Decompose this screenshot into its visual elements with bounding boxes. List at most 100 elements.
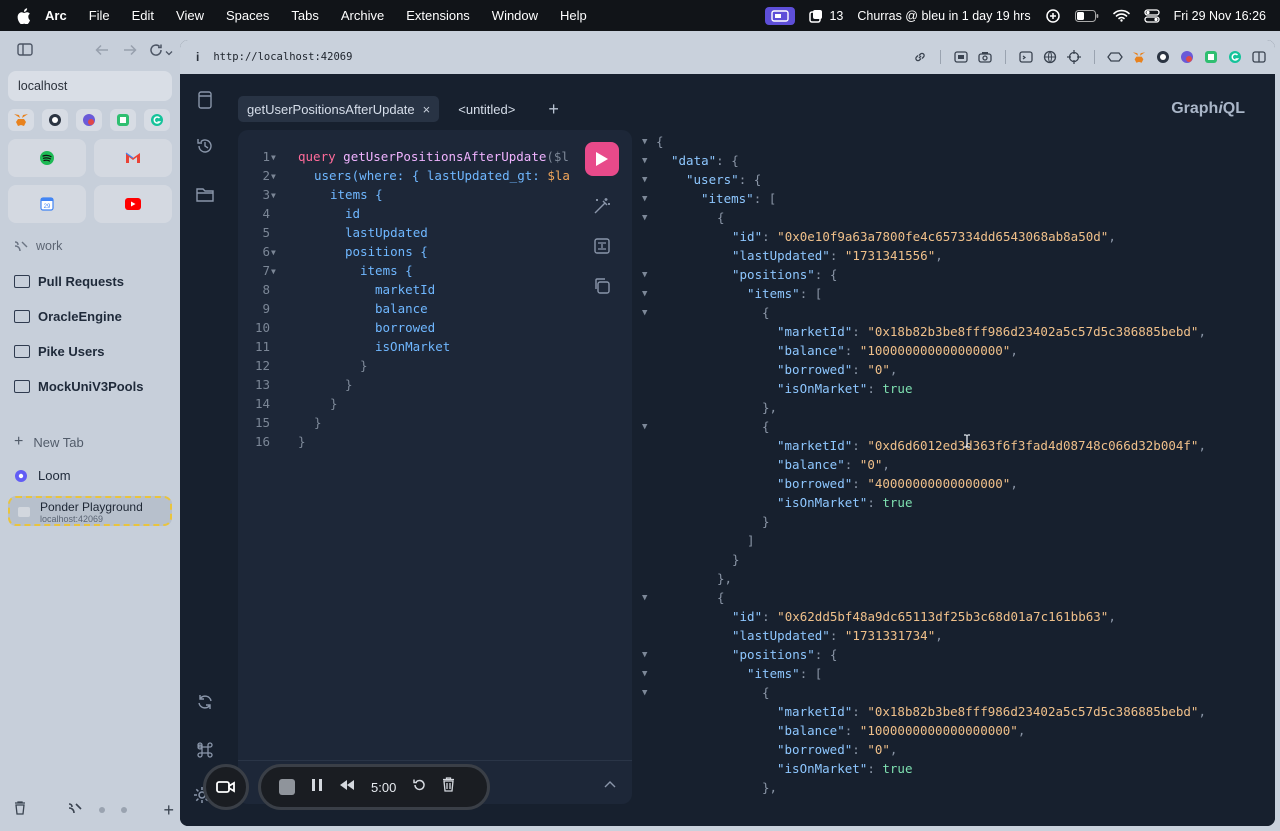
vpn-icon[interactable] [1045, 8, 1061, 24]
youtube-favorite-icon[interactable] [94, 185, 172, 223]
sidebar-item-pike-users[interactable]: Pike Users [14, 339, 174, 363]
calendar-favorite-icon[interactable]: 29 [8, 185, 86, 223]
fold-arrow-icon[interactable]: ▼ [642, 133, 652, 152]
history-icon[interactable] [195, 136, 215, 156]
terminal-icon[interactable] [1018, 49, 1034, 65]
fold-arrow-icon[interactable]: ▼ [271, 186, 281, 205]
copy-query-icon[interactable] [592, 276, 612, 296]
query-editor[interactable]: 1 ▼ query getUserPositionsAfterUpdate($l 2… [238, 130, 632, 804]
crosshair-icon[interactable] [1066, 49, 1082, 65]
metamask-extension-icon[interactable] [1131, 49, 1147, 65]
new-tab-button[interactable]: + New Tab [14, 433, 84, 451]
fold-arrow-icon[interactable]: ▼ [642, 209, 652, 228]
space-label[interactable]: work [14, 239, 62, 253]
fold-arrow-icon[interactable]: ▼ [642, 646, 652, 665]
sidebar-tab-loom[interactable]: Loom [14, 468, 71, 483]
metamask-favorite-icon[interactable] [8, 109, 34, 131]
prettify-icon[interactable] [592, 196, 612, 216]
square-extension-icon[interactable] [1203, 49, 1219, 65]
archive-icon[interactable] [14, 800, 26, 820]
fold-arrow-icon[interactable]: ▼ [271, 167, 281, 186]
grammarly-favorite-icon[interactable] [144, 109, 170, 131]
menu-app-name[interactable]: Arc [45, 8, 67, 23]
execute-query-button[interactable] [585, 142, 619, 176]
rewind-icon[interactable] [339, 778, 355, 796]
calendar-event[interactable]: Churras @ bleu in 1 day 19 hrs [857, 9, 1030, 23]
fold-arrow-icon[interactable]: ▼ [642, 665, 652, 684]
add-tab-button[interactable]: + [548, 99, 559, 120]
add-space-icon[interactable]: + [163, 800, 174, 821]
app-extension-icon[interactable] [1179, 49, 1195, 65]
delete-recording-icon[interactable] [442, 777, 455, 797]
fold-arrow-icon[interactable]: ▼ [642, 285, 652, 304]
menu-help[interactable]: Help [560, 8, 587, 23]
spotify-favorite-icon[interactable] [8, 139, 86, 177]
restart-icon[interactable] [412, 778, 426, 797]
apple-icon[interactable] [17, 7, 31, 24]
menu-extensions[interactable]: Extensions [406, 8, 470, 23]
grafana-favorite-icon[interactable] [42, 109, 68, 131]
capture-icon[interactable] [953, 49, 969, 65]
sidebar-item-mock-univ3-pools[interactable]: MockUniV3Pools [14, 374, 174, 398]
fold-arrow-icon[interactable]: ▼ [642, 152, 652, 171]
stop-recording-button[interactable] [279, 779, 295, 795]
space-dot-icon[interactable] [98, 807, 105, 813]
grafana-extension-icon[interactable] [1155, 49, 1171, 65]
page-url[interactable]: http://localhost:42069 [213, 51, 352, 63]
site-info-icon[interactable]: i [196, 50, 199, 64]
menu-clock[interactable]: Fri 29 Nov 16:26 [1174, 9, 1266, 23]
fold-arrow-icon[interactable]: ▼ [642, 304, 652, 323]
chevron-down-icon[interactable] [165, 43, 173, 61]
space-switcher-icon[interactable] [68, 801, 82, 819]
gmail-favorite-icon[interactable] [94, 139, 172, 177]
pause-icon[interactable] [311, 778, 323, 797]
copy-link-icon[interactable] [912, 49, 928, 65]
camera-icon[interactable] [977, 49, 993, 65]
fold-arrow-icon[interactable]: ▼ [642, 589, 652, 608]
globe-icon[interactable] [1042, 49, 1058, 65]
fold-arrow-icon[interactable]: ▼ [271, 262, 281, 281]
extensions-icon[interactable] [1107, 49, 1123, 65]
space-dot-icon[interactable] [121, 807, 128, 813]
fold-arrow-icon[interactable]: ▼ [642, 266, 652, 285]
menu-archive[interactable]: Archive [341, 8, 384, 23]
explorer-folder-icon[interactable] [195, 184, 215, 204]
sidebar-item-oracle-engine[interactable]: OracleEngine [14, 304, 174, 328]
menu-spaces[interactable]: Spaces [226, 8, 269, 23]
fold-arrow-icon[interactable]: ▼ [642, 190, 652, 209]
fold-arrow-icon[interactable]: ▼ [642, 684, 652, 703]
sidebar-toggle-icon[interactable] [17, 43, 33, 61]
docs-icon[interactable] [195, 90, 215, 110]
result-viewer[interactable]: ▼{ ▼ "data": { ▼ "users": { ▼ "items": [ ▼{… [642, 130, 1257, 804]
grammarly-extension-icon[interactable] [1227, 49, 1243, 65]
refetch-schema-icon[interactable] [195, 692, 215, 712]
control-center-icon[interactable] [1143, 8, 1160, 23]
back-icon[interactable] [95, 43, 109, 61]
notification-center-icon[interactable] [809, 9, 823, 23]
menu-edit[interactable]: Edit [132, 8, 154, 23]
fold-arrow-icon[interactable]: ▼ [642, 418, 652, 437]
sidebar-item-pull-requests[interactable]: Pull Requests [14, 269, 174, 293]
app-favorite-icon[interactable] [76, 109, 102, 131]
query-code[interactable]: 1 ▼ query getUserPositionsAfterUpdate($l 2… [238, 147, 578, 451]
menu-tabs[interactable]: Tabs [291, 8, 318, 23]
menu-file[interactable]: File [89, 8, 110, 23]
sidebar-tab-ponder-playground[interactable]: Ponder Playground localhost:42069 [8, 496, 172, 526]
reload-icon[interactable] [149, 43, 163, 62]
shortcuts-icon[interactable] [195, 740, 215, 760]
window-split-icon[interactable] [1251, 49, 1267, 65]
fold-arrow-icon[interactable]: ▼ [642, 171, 652, 190]
tab-get-user-positions[interactable]: getUserPositionsAfterUpdate × [238, 96, 440, 122]
square-favorite-icon[interactable] [110, 109, 136, 131]
recorder-camera-button[interactable] [203, 764, 249, 810]
battery-icon[interactable] [1074, 9, 1099, 22]
tab-untitled[interactable]: <untitled> [449, 96, 524, 122]
menu-window[interactable]: Window [492, 8, 538, 23]
merge-fragments-icon[interactable] [592, 236, 612, 256]
chevron-up-icon[interactable] [604, 777, 616, 791]
fold-arrow-icon[interactable]: ▼ [271, 148, 281, 167]
close-tab-icon[interactable]: × [423, 102, 431, 117]
screen-record-icon[interactable] [765, 6, 796, 25]
fold-arrow-icon[interactable]: ▼ [271, 243, 281, 262]
menu-view[interactable]: View [176, 8, 204, 23]
